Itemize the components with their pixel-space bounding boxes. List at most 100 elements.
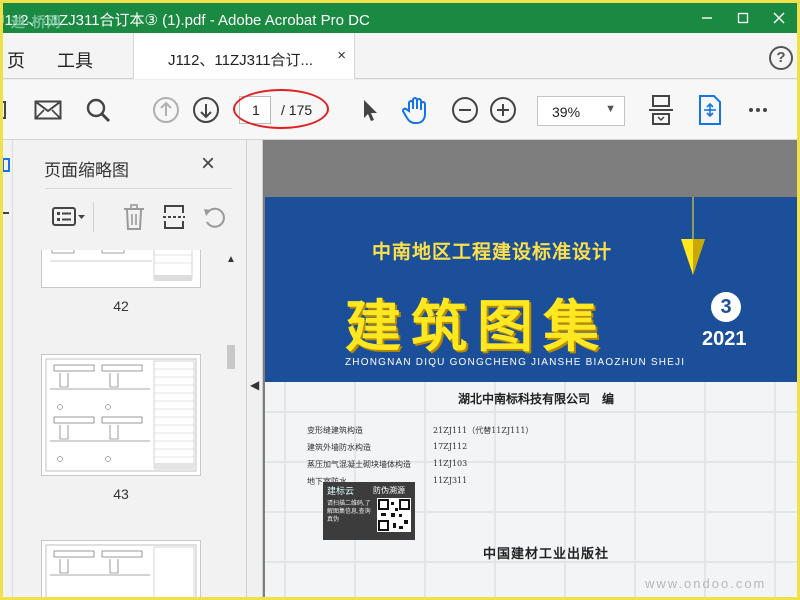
site-watermark-logo: 迪·桥网	[11, 14, 62, 30]
hand-tool-button[interactable]	[399, 95, 433, 125]
scrollbar-thumb[interactable]	[227, 345, 235, 369]
delete-page-button[interactable]	[119, 202, 149, 232]
thumbnail-scrollbar[interactable]: ▲	[225, 250, 237, 597]
minimize-icon	[702, 17, 712, 19]
main-toolbar: / 175 39% ▼	[3, 80, 797, 140]
thumbnail-drawing	[45, 358, 197, 472]
save-icon	[3, 101, 6, 119]
scroll-mode-button[interactable]	[645, 95, 677, 125]
page-number-input[interactable]	[239, 96, 271, 124]
toolbar-divider	[93, 202, 94, 232]
minimize-button[interactable]	[689, 3, 725, 33]
promo-text: 请扫描二维码,了解图集信息,查询真伪	[327, 501, 371, 523]
atlas-code: 17ZJ112	[433, 442, 468, 451]
panel-title: 页面缩略图	[44, 161, 129, 180]
zoom-out-button[interactable]	[449, 95, 481, 125]
close-window-button[interactable]	[761, 3, 797, 33]
page-thumbnails-panel: 页面缩略图 × 42 43 ▲	[13, 140, 247, 597]
next-page-button[interactable]	[189, 95, 223, 125]
atlas-name: 变形缝建筑构造	[307, 426, 363, 435]
chevron-down-icon: ▼	[605, 103, 616, 115]
anti-counterfeit-label: 建标云 防伪溯源 请扫描二维码,了解图集信息,查询真伪	[323, 482, 415, 540]
hand-tool-icon	[402, 97, 426, 124]
save-button[interactable]	[3, 95, 11, 125]
cover-press: 中国建材工业出版社	[483, 547, 610, 562]
atlas-code: 11ZJ103	[433, 459, 468, 468]
promo-brand: 建标云	[327, 486, 355, 496]
prev-page-button[interactable]	[149, 95, 183, 125]
rotate-icon	[204, 207, 225, 228]
cover-publisher-line: 湖北中南标科技有限公司 编	[458, 392, 615, 406]
promo-tagline: 防伪溯源	[373, 486, 405, 495]
maximize-button[interactable]	[725, 3, 761, 33]
site-watermark: www.ondoo.com	[645, 576, 767, 591]
pdf-page: 中南地区工程建设标准设计 建筑图集 3 2021 ZHONGNAN DIQU G…	[265, 197, 797, 597]
document-view[interactable]: ◀ 中南地区工程建设标准设计 建筑图集 3 2021 ZHONGNAN DIQU…	[247, 140, 797, 597]
thumbnail-page-number: 42	[113, 298, 129, 314]
zoom-in-icon	[490, 97, 516, 123]
help-button[interactable]: ?	[769, 46, 793, 70]
fit-page-icon	[699, 95, 721, 125]
thumbnail-page-number: 43	[113, 486, 129, 502]
volume-badge: 3	[711, 292, 741, 322]
page-thumbnail[interactable]	[41, 354, 201, 476]
page-split-icon	[163, 205, 185, 229]
thumbnail-drawing	[45, 544, 197, 597]
cover-pinyin: ZHONGNAN DIQU GONGCHENG JIANSHE BIAOZHUN…	[345, 357, 686, 368]
page-thumbnail[interactable]	[41, 250, 201, 288]
cover-banner: 中南地区工程建设标准设计 建筑图集 3 2021 ZHONGNAN DIQU G…	[265, 197, 797, 382]
nav-pane-icons[interactable]	[3, 155, 13, 235]
tab-home[interactable]: 页	[7, 47, 25, 73]
select-arrow-icon	[364, 100, 377, 121]
rotate-page-button[interactable]	[199, 202, 229, 232]
page-total: / 175	[281, 102, 313, 118]
tab-bar: 页 工具 J112、11ZJ311合订... × ?	[3, 33, 797, 79]
zoom-select[interactable]: 39% ▼	[537, 96, 625, 126]
document-tab-label: J112、11ZJ311合订...	[168, 52, 314, 69]
close-icon	[773, 12, 785, 24]
zoom-value: 39%	[552, 104, 581, 120]
atlas-entry: 蒸压加气混凝土砌块墙体构造 11ZJ103	[307, 459, 467, 470]
options-menu-icon	[52, 207, 85, 226]
cover-series: 中南地区工程建设标准设计	[372, 241, 613, 263]
page-navigator: / 175	[239, 96, 312, 124]
close-tab-button[interactable]: ×	[337, 47, 346, 64]
navigation-pane-strip	[3, 140, 13, 597]
fit-page-button[interactable]	[695, 95, 725, 125]
page-thumbnail[interactable]	[41, 540, 201, 597]
scroll-mode-icon	[649, 95, 673, 125]
atlas-entry: 建筑外墙防水构造 17ZJ112	[307, 442, 467, 453]
thumbnail-list: 42 43	[13, 250, 227, 597]
panel-divider	[45, 188, 232, 189]
atlas-code: 21ZJ111（代替11ZJ111）	[433, 426, 534, 435]
collapse-panel-button[interactable]: ◀	[247, 140, 263, 597]
maximize-icon	[737, 12, 749, 24]
search-icon	[86, 98, 111, 123]
cover-year: 2021	[702, 328, 747, 350]
close-panel-button[interactable]: ×	[201, 150, 215, 178]
scroll-up-icon[interactable]: ▲	[226, 254, 236, 265]
email-button[interactable]	[31, 95, 65, 125]
insert-page-button[interactable]	[159, 202, 189, 232]
plumb-bob-graphic	[681, 197, 705, 275]
atlas-name: 蒸压加气混凝土砌块墙体构造	[307, 460, 411, 469]
mail-icon	[34, 100, 62, 120]
thumbnail-drawing	[50, 250, 193, 281]
cover-title: 建筑图集	[345, 295, 609, 360]
atlas-code: 11ZJ311	[433, 476, 468, 485]
chevron-left-icon: ◀	[250, 378, 260, 392]
thumbnail-options-button[interactable]	[51, 202, 87, 232]
more-tools-button[interactable]	[743, 95, 773, 125]
atlas-entry: 变形缝建筑构造 21ZJ111（代替11ZJ111）	[307, 425, 533, 436]
select-tool-button[interactable]	[355, 95, 385, 125]
zoom-out-icon	[452, 97, 478, 123]
prev-page-icon	[153, 97, 179, 123]
tab-document[interactable]: J112、11ZJ311合订... ×	[133, 33, 355, 79]
search-button[interactable]	[81, 95, 115, 125]
tab-tools[interactable]: 工具	[57, 47, 93, 73]
zoom-in-button[interactable]	[487, 95, 519, 125]
cover-body: 湖北中南标科技有限公司 编 变形缝建筑构造 21ZJ111（代替11ZJ111） …	[265, 382, 797, 597]
atlas-name: 建筑外墙防水构造	[307, 443, 371, 452]
trash-icon	[124, 204, 144, 230]
next-page-icon	[193, 97, 219, 123]
